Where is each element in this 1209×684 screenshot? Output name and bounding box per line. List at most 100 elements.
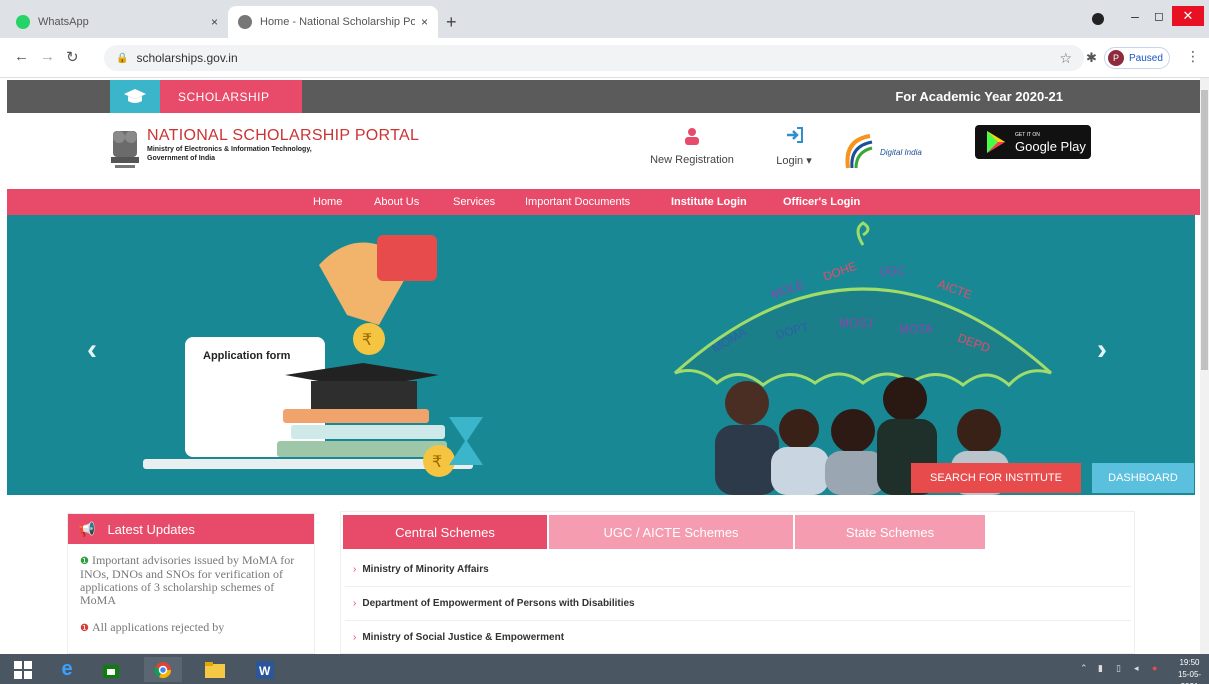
url-text: scholarships.gov.in: [136, 51, 238, 65]
profile-status: Paused: [1129, 52, 1163, 64]
dashboard-button[interactable]: DASHBOARD: [1092, 463, 1194, 493]
update-item[interactable]: ❶ All applications rejected by: [68, 607, 314, 635]
update-text: Important advisories issued by MoMA for …: [80, 553, 295, 607]
tab-central-schemes[interactable]: Central Schemes: [343, 515, 547, 549]
system-clock[interactable]: 19:50 15-05-2021: [1170, 657, 1209, 684]
login-dropdown[interactable]: Login ▾: [769, 127, 819, 167]
tray-chevron-icon[interactable]: ⌃: [1080, 663, 1088, 674]
carousel-next-arrow[interactable]: ›: [1097, 333, 1107, 367]
login-icon: [787, 127, 803, 143]
nav-officers-login[interactable]: Officer's Login: [783, 196, 860, 208]
scholarship-tab[interactable]: SCHOLARSHIP: [110, 80, 302, 113]
volume-icon[interactable]: ◂: [1134, 663, 1139, 674]
tab-title: WhatsApp: [38, 16, 89, 28]
tab-whatsapp[interactable]: WhatsApp ×: [6, 6, 228, 38]
chevron-right-icon: ›: [353, 632, 357, 643]
update-text: All applications rejected by: [91, 620, 225, 634]
browser-menu-icon[interactable]: ⋮: [1186, 48, 1200, 65]
extensions-icon[interactable]: ✱: [1086, 50, 1097, 66]
avatar: P: [1108, 50, 1124, 66]
ministry-label: Department of Empowerment of Persons wit…: [362, 598, 635, 609]
page-scrollbar[interactable]: [1200, 78, 1209, 654]
forward-arrow-icon[interactable]: →: [40, 48, 55, 65]
nav-institute-login[interactable]: Institute Login: [671, 196, 747, 208]
notification-icon[interactable]: ●: [1152, 663, 1157, 673]
nav-home[interactable]: Home: [313, 196, 342, 208]
ministry-label: Ministry of Social Justice & Empowerment: [362, 632, 565, 643]
svg-text:MOSJ: MOSJ: [839, 316, 872, 330]
scholarship-label: SCHOLARSHIP: [178, 89, 270, 104]
url-input[interactable]: 🔒 scholarships.gov.in ☆: [104, 45, 1084, 71]
info-icon: ❶: [80, 623, 89, 634]
lock-icon: 🔒: [116, 52, 129, 64]
ministry-label: Ministry of Minority Affairs: [362, 564, 489, 575]
hero-banner: Application form ₹ ₹ MOMA MOLE DOHE UGC …: [7, 215, 1195, 495]
portal-subtitle: Ministry of Electronics & Information Te…: [147, 146, 312, 153]
browser-tab-strip: WhatsApp × Home - National Scholarship P…: [0, 0, 1209, 38]
minimize-button[interactable]: –: [1124, 6, 1146, 26]
tab-nsp[interactable]: Home - National Scholarship Po ×: [228, 6, 438, 38]
maximize-button[interactable]: ◻: [1148, 6, 1170, 26]
reload-icon[interactable]: ↻: [66, 48, 79, 66]
nav-about-us[interactable]: About Us: [374, 196, 419, 208]
back-arrow-icon[interactable]: ←: [14, 48, 29, 65]
nav-important-documents[interactable]: Important Documents: [525, 196, 630, 208]
tab-state-schemes[interactable]: State Schemes: [795, 515, 985, 549]
windows-taskbar: e W ⌃ ▮ ▯ ◂ ● 19:50 15-05-2021: [0, 654, 1209, 684]
site-header: NATIONAL SCHOLARSHIP PORTAL Ministry of …: [7, 113, 1200, 189]
network-icon[interactable]: ▮: [1098, 663, 1103, 674]
user-icon: [685, 128, 699, 145]
latest-updates-header: 📢 Latest Updates: [68, 514, 314, 544]
tab-title: Home - National Scholarship Po: [260, 16, 415, 28]
address-bar-row: ← → ↻ 🔒 scholarships.gov.in ☆ ✱ P Paused…: [0, 38, 1209, 78]
close-window-button[interactable]: ✕: [1172, 6, 1204, 26]
gplay-big-text: Google Play: [1015, 139, 1086, 154]
divider: [345, 586, 1131, 587]
play-store-icon: [987, 131, 1005, 153]
close-tab-icon[interactable]: ×: [211, 15, 218, 29]
ministry-link[interactable]: › Ministry of Social Justice & Empowermen…: [353, 632, 564, 643]
svg-text:MOTA: MOTA: [899, 322, 933, 336]
file-explorer-icon[interactable]: [196, 657, 234, 682]
battery-icon[interactable]: ▯: [1116, 663, 1121, 674]
bookmark-star-icon[interactable]: ☆: [1059, 50, 1072, 67]
update-item[interactable]: ❶ Important advisories issued by MoMA for…: [68, 544, 314, 607]
clock-time: 19:50: [1179, 658, 1200, 667]
scrollbar-thumb[interactable]: [1201, 90, 1208, 370]
new-registration-link[interactable]: New Registration: [647, 127, 737, 166]
search-institute-button[interactable]: SEARCH FOR INSTITUTE: [911, 463, 1081, 493]
edge-icon[interactable]: e: [48, 657, 86, 682]
globe-icon: [238, 15, 252, 29]
clock-date: 15-05-2021: [1177, 670, 1202, 684]
carousel-prev-arrow[interactable]: ‹: [87, 333, 97, 367]
chrome-icon[interactable]: [144, 657, 182, 682]
svg-text:W: W: [259, 664, 271, 678]
nav-services[interactable]: Services: [453, 196, 495, 208]
academic-year: For Academic Year 2020-21: [895, 89, 1063, 104]
ministry-link[interactable]: › Department of Empowerment of Persons wi…: [353, 598, 635, 609]
google-play-badge[interactable]: GET IT ON Google Play: [975, 125, 1091, 159]
close-tab-icon[interactable]: ×: [421, 15, 428, 29]
portal-title: NATIONAL SCHOLARSHIP PORTAL: [147, 127, 420, 144]
digital-india-text: Digital India: [880, 147, 922, 157]
divider: [345, 620, 1131, 621]
windows-start-icon[interactable]: [4, 657, 42, 682]
profile-button[interactable]: P Paused: [1104, 47, 1170, 69]
new-registration-label: New Registration: [650, 154, 734, 166]
new-tab-button[interactable]: +: [446, 12, 457, 33]
record-icon: [1092, 13, 1104, 25]
application-form-text: Application form: [203, 350, 291, 362]
ministry-link[interactable]: › Ministry of Minority Affairs: [353, 564, 489, 575]
graduation-cap-icon: [110, 80, 160, 113]
tab-ugc-aicte-schemes[interactable]: UGC / AICTE Schemes: [549, 515, 793, 549]
svg-text:DOHE: DOHE: [821, 259, 858, 284]
schemes-panel: Central Schemes UGC / AICTE Schemes Stat…: [340, 511, 1135, 654]
svg-text:₹: ₹: [362, 330, 372, 349]
svg-text:UGC: UGC: [879, 264, 906, 278]
latest-updates-panel: 📢 Latest Updates ❶ Important advisories i…: [67, 513, 315, 654]
portal-subtitle: Government of India: [147, 155, 216, 162]
word-icon[interactable]: W: [246, 657, 284, 682]
chevron-right-icon: ›: [353, 564, 357, 575]
top-strip: SCHOLARSHIP For Academic Year 2020-21: [7, 80, 1200, 113]
store-icon[interactable]: [92, 657, 130, 682]
